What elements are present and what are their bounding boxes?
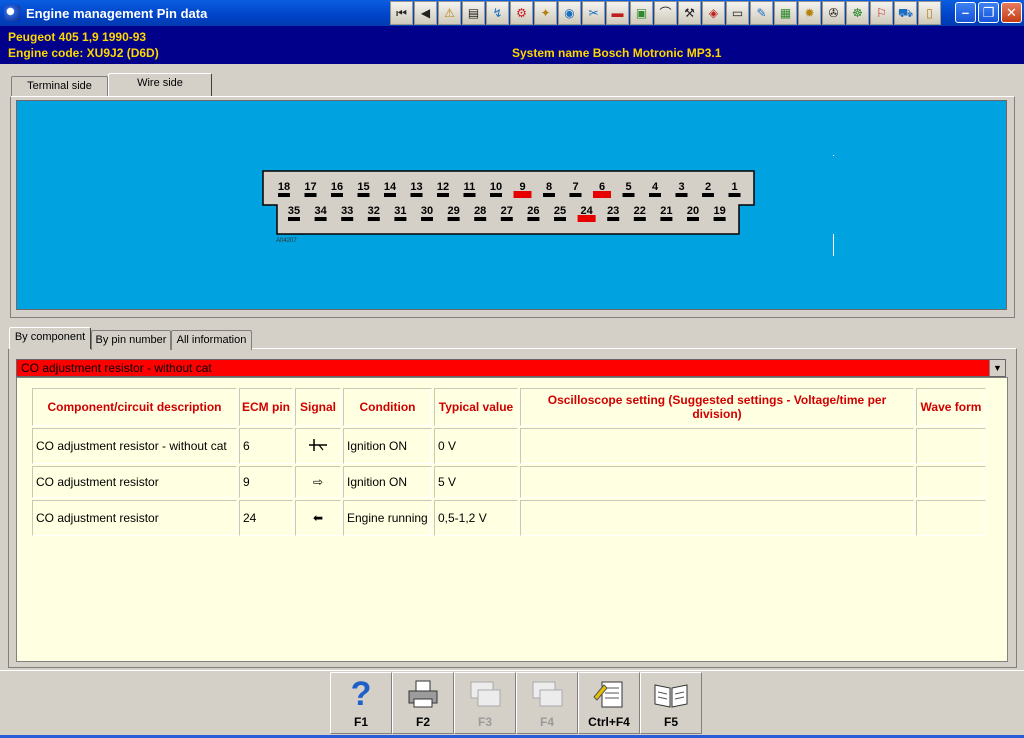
minimize-icon[interactable]: – xyxy=(955,2,976,23)
light-icon[interactable]: ✹ xyxy=(798,1,821,25)
warning-icon[interactable]: ⚠ xyxy=(438,1,461,25)
app-icon xyxy=(4,5,20,21)
f3-label: F3 xyxy=(477,715,492,729)
tab-wire-side[interactable]: Wire side xyxy=(108,73,212,97)
module-icon[interactable]: ▦ xyxy=(774,1,797,25)
window-title: Engine management Pin data xyxy=(26,5,208,21)
battery-icon[interactable]: ▣ xyxy=(630,1,653,25)
first-record-icon[interactable]: ⏮ xyxy=(390,1,413,25)
ctrl-f4-notes-button[interactable]: Ctrl+F4 xyxy=(578,672,640,734)
cell-scope xyxy=(520,428,914,464)
f2-print-button[interactable]: F2 xyxy=(392,672,454,734)
f2-label: F2 xyxy=(415,715,430,729)
wiper-icon[interactable]: ⌒ xyxy=(654,1,677,25)
window-controls: – ❐ ✕ xyxy=(955,2,1022,23)
col-description: Component/circuit description xyxy=(32,388,237,426)
cell-pin: 24 xyxy=(239,500,293,536)
cell-description: CO adjustment resistor xyxy=(32,500,237,536)
cell-scope xyxy=(520,500,914,536)
ignition-icon[interactable]: ✦ xyxy=(534,1,557,25)
cell-wave xyxy=(916,428,986,464)
restore-icon[interactable]: ❐ xyxy=(978,2,999,23)
graph-icon[interactable]: ↯ xyxy=(486,1,509,25)
car-icon[interactable]: ▭ xyxy=(726,1,749,25)
f1-label: F1 xyxy=(353,715,368,729)
pin-diagram xyxy=(16,100,1007,310)
tools-icon[interactable]: ✂ xyxy=(582,1,605,25)
engine-code: Engine code: XU9J2 (D6D) xyxy=(8,46,159,60)
vehicle-header: Peugeot 405 1,9 1990-93 Engine code: XU9… xyxy=(0,26,1024,64)
dot-mark xyxy=(833,155,834,156)
toolbar: ⏮ ◀ ⚠ ▤ ↯ ⚙ ✦ ◉ ✂ ▬ ▣ ⌒ ⚒ ◈ ▭ ✎ ▦ ✹ ✇ ☸ … xyxy=(390,1,942,25)
f4-button[interactable]: F4 xyxy=(516,672,578,734)
cell-value: 0 V xyxy=(434,428,518,464)
printer-icon xyxy=(405,677,441,711)
cell-condition: Ignition ON xyxy=(343,428,432,464)
input-arrow-icon: ⬅ xyxy=(295,500,341,536)
connector-ref: A04207 xyxy=(276,238,297,244)
f5-book-button[interactable]: F5 xyxy=(640,672,702,734)
engine-icon[interactable]: ⚙ xyxy=(510,1,533,25)
document-icon[interactable]: ▤ xyxy=(462,1,485,25)
vehicle-icon[interactable]: ⛟ xyxy=(894,1,917,25)
f3-button[interactable]: F3 xyxy=(454,672,516,734)
col-wave: Wave form xyxy=(916,388,986,426)
book-icon xyxy=(653,677,689,711)
tab-all-information[interactable]: All information xyxy=(171,330,252,350)
cursor-mark xyxy=(833,234,834,256)
cell-condition: Engine running xyxy=(343,500,432,536)
chevron-down-icon[interactable]: ▼ xyxy=(989,360,1005,376)
function-keys: ? F1 F2 F3 F4 Ctrl+F4 F5 xyxy=(330,672,702,734)
image-icon xyxy=(529,677,565,711)
vehicle-model: Peugeot 405 1,9 1990-93 xyxy=(8,30,147,44)
cell-condition: Ignition ON xyxy=(343,466,432,498)
table-row[interactable]: CO adjustment resistor 9 ⇨ Ignition ON 5… xyxy=(32,466,986,498)
cell-value: 0,5-1,2 V xyxy=(434,500,518,536)
cell-pin: 6 xyxy=(239,428,293,464)
col-ecm-pin: ECM pin xyxy=(239,388,293,426)
col-signal: Signal xyxy=(295,388,341,426)
cell-value: 5 V xyxy=(434,466,518,498)
settings-icon[interactable]: ☸ xyxy=(846,1,869,25)
airbag-icon[interactable]: ⚐ xyxy=(870,1,893,25)
component-icon[interactable]: ✇ xyxy=(822,1,845,25)
output-arrow-icon: ⇨ xyxy=(295,466,341,498)
col-scope: Oscilloscope setting (Suggested settings… xyxy=(520,388,914,426)
cell-pin: 9 xyxy=(239,466,293,498)
help-icon: ? xyxy=(350,675,372,713)
cell-wave xyxy=(916,500,986,536)
pin-table-area: Component/circuit description ECM pin Si… xyxy=(16,377,1008,662)
tab-by-component[interactable]: By component xyxy=(9,327,91,349)
cell-description: CO adjustment resistor xyxy=(32,466,237,498)
ctrl-f4-label: Ctrl+F4 xyxy=(588,715,630,729)
spanner-icon[interactable]: ⚒ xyxy=(678,1,701,25)
sensor-icon[interactable]: ◈ xyxy=(702,1,725,25)
col-typical: Typical value xyxy=(434,388,518,426)
previous-icon[interactable]: ◀ xyxy=(414,1,437,25)
table-header-row: Component/circuit description ECM pin Si… xyxy=(32,388,986,426)
tab-by-pin-number[interactable]: By pin number xyxy=(91,330,171,350)
system-name: System name Bosch Motronic MP3.1 xyxy=(512,46,722,60)
cell-description: CO adjustment resistor - without cat xyxy=(32,428,237,464)
cell-scope xyxy=(520,466,914,498)
f4-label: F4 xyxy=(539,715,554,729)
ground-icon xyxy=(295,428,341,464)
diagnostics-icon[interactable]: ✎ xyxy=(750,1,773,25)
info-icon[interactable]: ▯ xyxy=(918,1,941,25)
image-icon xyxy=(467,677,503,711)
tab-terminal-side[interactable]: Terminal side xyxy=(11,76,108,96)
component-select[interactable]: CO adjustment resistor - without cat ▼ xyxy=(16,359,1006,377)
table-row[interactable]: CO adjustment resistor 24 ⬅ Engine runni… xyxy=(32,500,986,536)
f5-label: F5 xyxy=(663,715,678,729)
component-select-value: CO adjustment resistor - without cat xyxy=(21,361,212,375)
close-icon[interactable]: ✕ xyxy=(1001,2,1022,23)
fuel-icon[interactable]: ▬ xyxy=(606,1,629,25)
cell-wave xyxy=(916,466,986,498)
notes-icon xyxy=(591,677,627,711)
pin-table: Component/circuit description ECM pin Si… xyxy=(30,386,988,538)
f1-help-button[interactable]: ? F1 xyxy=(330,672,392,734)
gauge-icon[interactable]: ◉ xyxy=(558,1,581,25)
table-row[interactable]: CO adjustment resistor - without cat 6 I… xyxy=(32,428,986,464)
col-condition: Condition xyxy=(343,388,432,426)
